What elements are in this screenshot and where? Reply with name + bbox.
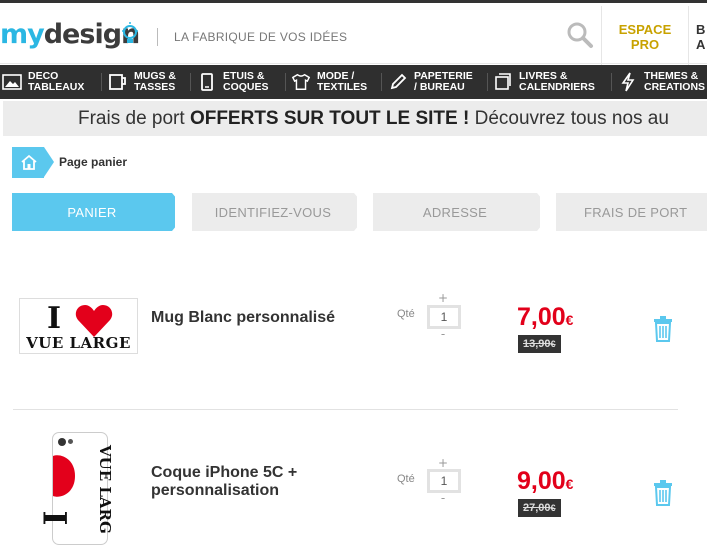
mug-icon <box>108 73 128 91</box>
heart-icon <box>75 305 113 337</box>
nav-divider <box>487 73 488 91</box>
flash-dot <box>68 439 73 444</box>
thumb-text-bottom: VUE LARGE <box>26 334 131 352</box>
nav-divider <box>611 73 612 91</box>
thumb-text-top: I <box>47 301 62 336</box>
step-arrow-gap <box>175 193 191 231</box>
home-icon <box>21 154 37 170</box>
tshirt-icon <box>291 73 311 91</box>
price-currency: € <box>565 476 574 492</box>
lightbulb-icon <box>122 22 138 43</box>
site-logo[interactable]: mydesign <box>0 19 140 50</box>
nav-label-line2: TABLEAUX <box>28 81 85 93</box>
cart-item: I VUE LARG Coque iPhone 5C + personnalisa… <box>12 430 680 545</box>
item-divider <box>13 409 678 410</box>
product-name-line2: personnalisation <box>151 482 280 499</box>
step-arrow-gap <box>357 193 373 231</box>
phone-icon <box>197 73 217 91</box>
nav-divider <box>381 73 382 91</box>
espace-pro-line1: ESPACE <box>618 22 672 37</box>
search-icon[interactable] <box>566 21 594 49</box>
qty-decrease[interactable]: - <box>437 491 449 505</box>
promo-banner[interactable]: Frais de port OFFERTS SUR TOUT LE SITE !… <box>3 101 707 136</box>
nav-label-line2: / BUREAU <box>414 81 465 93</box>
qty-label: Qté <box>397 473 415 485</box>
nav-label-line2: TASSES <box>134 81 176 93</box>
step-adresse[interactable]: ADRESSE <box>373 193 537 231</box>
checkout-steps: PANIER IDENTIFIEZ-VOUS ADRESSE FRAIS DE … <box>12 193 707 231</box>
logo-my: my <box>0 19 45 50</box>
frame-icon <box>2 73 22 91</box>
banner-suffix: Découvrez tous nos au <box>469 108 669 129</box>
product-price: 7,00€ <box>517 303 573 332</box>
trash-icon[interactable] <box>652 316 674 342</box>
nav-divider <box>190 73 191 91</box>
old-price-currency: € <box>550 503 556 513</box>
breadcrumb-home[interactable] <box>12 147 54 178</box>
espace-pro-line2: PRO <box>630 37 660 52</box>
espace-pro-link[interactable]: ESPACE PRO <box>601 6 689 67</box>
header-right-line2: A <box>696 37 706 52</box>
lightning-icon <box>618 72 638 92</box>
product-price: 9,00€ <box>517 467 573 496</box>
nav-divider <box>101 73 102 91</box>
trash-icon[interactable] <box>652 480 674 506</box>
price-currency: € <box>565 312 574 328</box>
nav-item-livres[interactable]: LIVRES & CALENDRIERS <box>493 65 595 99</box>
heart-icon <box>53 455 75 497</box>
nav-item-papeterie[interactable]: PAPETERIE / BUREAU <box>388 65 473 99</box>
thumb-text-top: I <box>35 510 74 526</box>
product-name[interactable]: Mug Blanc personnalisé <box>151 309 335 327</box>
nav-item-themes[interactable]: THEMES & CREATIONS <box>618 65 705 99</box>
nav-label-line2: COQUES <box>223 81 269 93</box>
price-value: 7,00 <box>517 303 566 331</box>
step-identifiez-vous[interactable]: IDENTIFIEZ-VOUS <box>192 193 354 231</box>
product-name[interactable]: Coque iPhone 5C + personnalisation <box>151 464 297 500</box>
banner-prefix: Frais de port <box>78 108 190 129</box>
nav-item-mugs[interactable]: MUGS & TASSES <box>108 65 176 99</box>
site-header: mydesign LA FABRIQUE DE VOS IDÉES ESPACE… <box>0 3 707 67</box>
banner-bold: OFFERTS SUR TOUT LE SITE ! <box>189 108 470 129</box>
step-arrow-gap <box>540 193 556 231</box>
step-panier[interactable]: PANIER <box>12 193 172 231</box>
nav-label-line2: CALENDRIERS <box>519 81 595 93</box>
nav-item-deco[interactable]: DECO TABLEAUX <box>2 65 84 99</box>
category-nav: DECO TABLEAUX MUGS & TASSES ETUIS & COQUES … <box>0 65 707 99</box>
header-right-line1: B <box>696 22 706 37</box>
qty-input[interactable]: 1 <box>427 469 461 493</box>
old-price-currency: € <box>550 339 556 349</box>
pencil-icon <box>388 73 408 91</box>
thumb-text-bottom: VUE LARG <box>96 445 114 534</box>
qty-label: Qté <box>397 308 415 320</box>
product-thumbnail[interactable]: I VUE LARGE <box>19 298 138 354</box>
nav-label-line2: CREATIONS <box>644 81 706 93</box>
product-name-line1: Mug Blanc personnalisé <box>151 309 336 326</box>
qty-increase[interactable]: + <box>437 291 449 305</box>
qty-input[interactable]: 1 <box>427 305 461 329</box>
nav-item-mode[interactable]: MODE / TEXTILES <box>291 65 367 99</box>
tagline: LA FABRIQUE DE VOS IDÉES <box>174 30 348 44</box>
step-frais-de-port[interactable]: FRAIS DE PORT <box>556 193 707 231</box>
header-divider <box>157 28 158 46</box>
nav-divider <box>285 73 286 91</box>
product-name-line1: Coque iPhone 5C + <box>151 464 298 481</box>
camera-dot <box>58 438 66 446</box>
qty-decrease[interactable]: - <box>437 327 449 341</box>
old-price: 27,00€ <box>518 499 561 517</box>
nav-label-line2: TEXTILES <box>317 81 368 93</box>
price-value: 9,00 <box>517 467 566 495</box>
nav-item-etuis[interactable]: ETUIS & COQUES <box>197 65 269 99</box>
cart-item: I VUE LARGE Mug Blanc personnalisé Qté +… <box>12 285 680 385</box>
old-price-value: 13,90 <box>523 338 551 350</box>
breadcrumb-current: Page panier <box>59 155 128 169</box>
old-price: 13,90€ <box>518 335 561 353</box>
product-thumbnail[interactable]: I VUE LARG <box>35 432 114 545</box>
qty-increase[interactable]: + <box>437 456 449 470</box>
header-right-link[interactable]: B A <box>696 22 705 52</box>
old-price-value: 27,00 <box>523 502 551 514</box>
book-icon <box>493 73 513 91</box>
